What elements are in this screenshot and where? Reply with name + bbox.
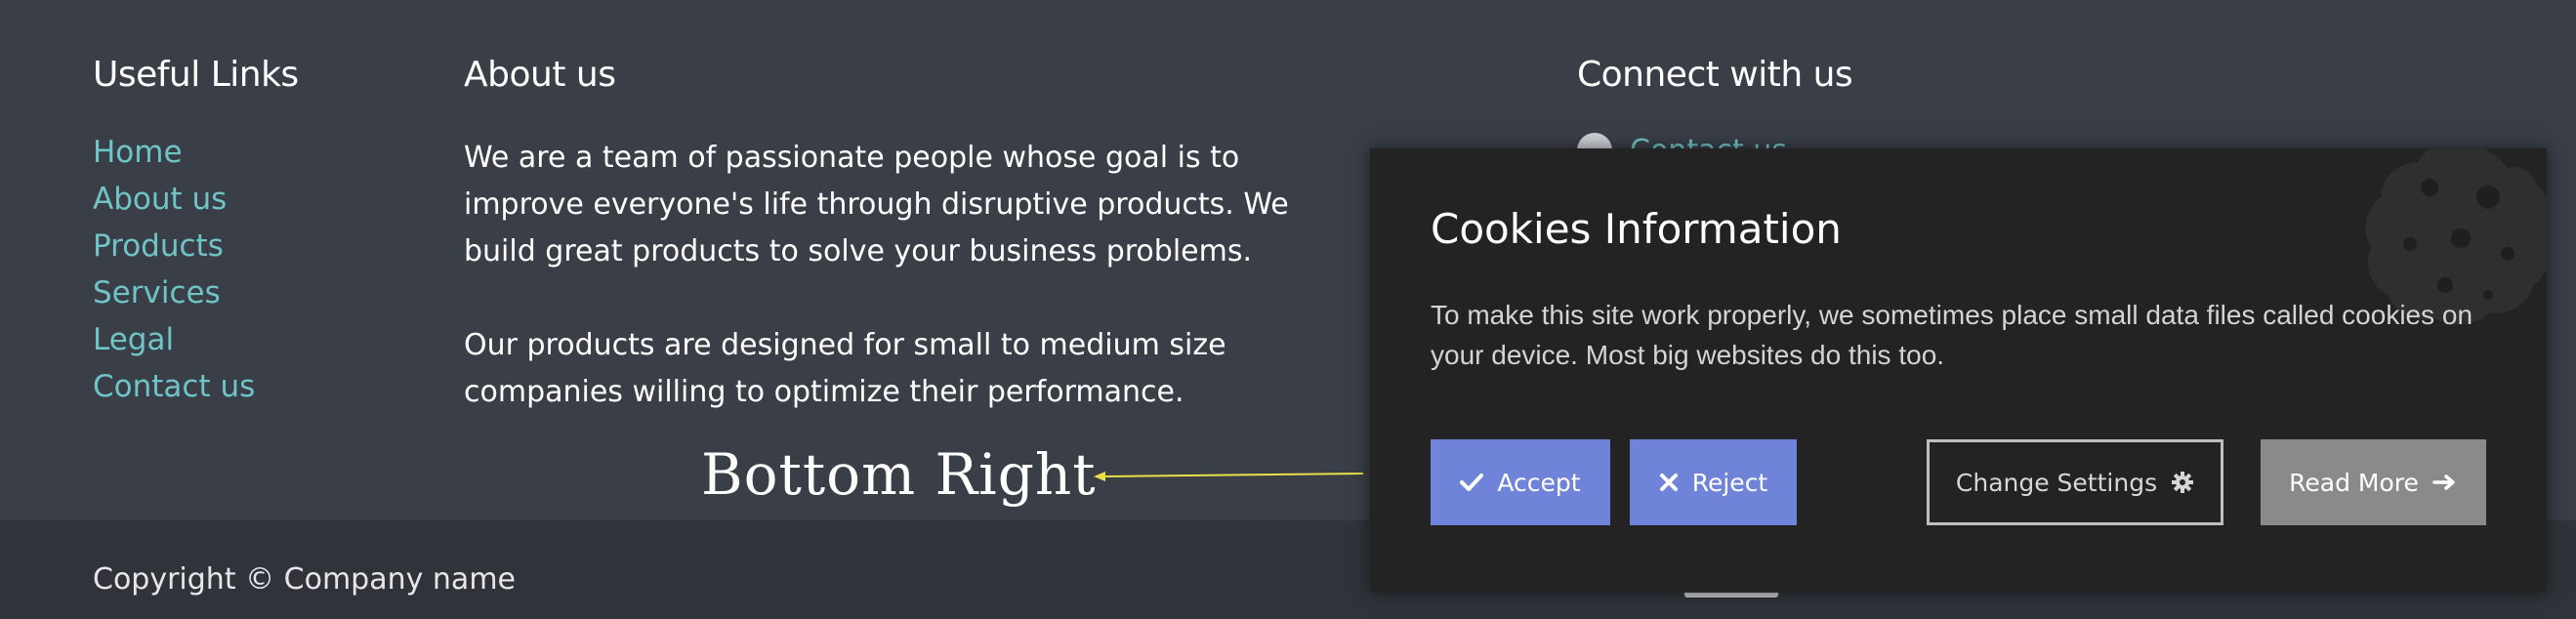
link-products[interactable]: Products [93, 228, 224, 264]
link-item: Home [93, 135, 255, 182]
read-more-label: Read More [2289, 468, 2419, 497]
arrow-right-icon [2432, 474, 2458, 491]
link-item: Services [93, 275, 255, 322]
cookie-banner-title: Cookies Information [1431, 205, 1842, 253]
cookie-banner-message: To make this site work properly, we some… [1431, 300, 2473, 370]
link-legal[interactable]: Legal [93, 322, 174, 357]
link-item: Products [93, 228, 255, 275]
reject-button[interactable]: Reject [1630, 439, 1797, 525]
link-item: Legal [93, 322, 255, 369]
useful-links-list: Home About us Products Services Legal Co… [93, 135, 255, 416]
link-services[interactable]: Services [93, 275, 221, 310]
useful-links-heading: Useful Links [93, 55, 299, 95]
copyright-text: Copyright © Company name [93, 562, 516, 597]
x-icon [1659, 473, 1679, 492]
cookie-consent-banner: Cookies Information To make this site wo… [1370, 148, 2547, 593]
link-contact-us[interactable]: Contact us [93, 369, 255, 404]
change-settings-label: Change Settings [1955, 468, 2158, 497]
about-heading: About us [464, 55, 616, 95]
gear-icon [2171, 471, 2194, 494]
annotation-arrow-icon [1094, 472, 1364, 481]
link-home[interactable]: Home [93, 135, 183, 170]
link-item: Contact us [93, 369, 255, 416]
about-paragraph-2: Our products are designed for small to m… [464, 328, 1226, 409]
accept-button[interactable]: Accept [1431, 439, 1610, 525]
link-item: About us [93, 182, 255, 228]
change-settings-button[interactable]: Change Settings [1927, 439, 2223, 525]
link-about-us[interactable]: About us [93, 182, 227, 217]
read-more-button[interactable]: Read More [2261, 439, 2486, 525]
connect-heading: Connect with us [1577, 55, 1853, 95]
reject-button-label: Reject [1691, 468, 1768, 497]
accept-button-label: Accept [1497, 468, 1581, 497]
check-icon [1460, 473, 1484, 492]
about-text: We are a team of passionate people whose… [464, 135, 1343, 416]
position-annotation-label: Bottom Right [701, 441, 1097, 508]
about-paragraph-1: We are a team of passionate people whose… [464, 141, 1289, 268]
